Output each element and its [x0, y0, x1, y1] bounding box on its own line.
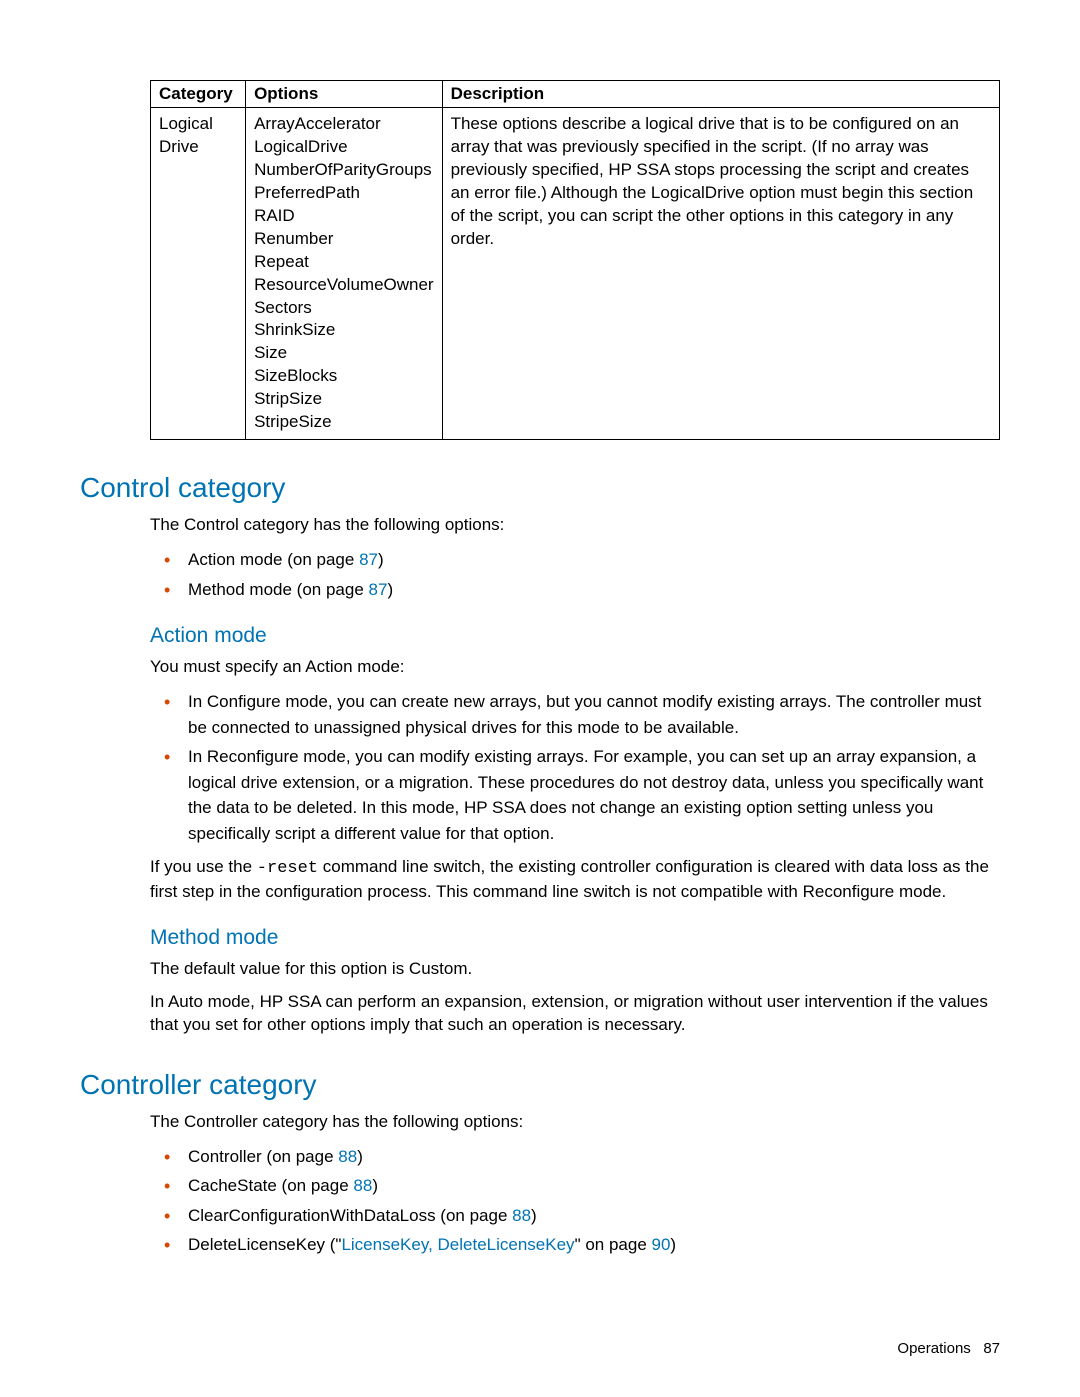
- th-category: Category: [151, 81, 246, 108]
- page-link[interactable]: 88: [512, 1206, 531, 1225]
- list-item: DeleteLicenseKey ("LicenseKey, DeleteLic…: [150, 1232, 1000, 1258]
- page-link[interactable]: 90: [652, 1235, 671, 1254]
- method-p1: The default value for this option is Cus…: [150, 958, 1000, 981]
- footer-section: Operations: [897, 1340, 970, 1357]
- page-footer: Operations 87: [897, 1340, 1000, 1357]
- heading-method-mode: Method mode: [150, 926, 1000, 950]
- list-item: CacheState (on page 88): [150, 1173, 1000, 1199]
- control-bullets: Action mode (on page 87) Method mode (on…: [150, 547, 1000, 602]
- list-item: Method mode (on page 87): [150, 577, 1000, 603]
- list-item: ClearConfigurationWithDataLoss (on page …: [150, 1203, 1000, 1229]
- code-reset: -reset: [257, 859, 318, 878]
- options-table: Category Options Description Logical Dri…: [150, 80, 1000, 440]
- control-intro: The Control category has the following o…: [150, 514, 1000, 537]
- cell-category: Logical Drive: [151, 108, 246, 440]
- cross-ref-link[interactable]: LicenseKey, DeleteLicenseKey: [341, 1235, 574, 1254]
- th-description: Description: [442, 81, 999, 108]
- page-link[interactable]: 87: [369, 580, 388, 599]
- list-item: Action mode (on page 87): [150, 547, 1000, 573]
- heading-control-category: Control category: [80, 472, 1000, 504]
- page-link[interactable]: 88: [353, 1176, 372, 1195]
- method-p2: In Auto mode, HP SSA can perform an expa…: [150, 991, 1000, 1037]
- heading-controller-category: Controller category: [80, 1069, 1000, 1101]
- th-options: Options: [246, 81, 443, 108]
- controller-intro: The Controller category has the followin…: [150, 1111, 1000, 1134]
- controller-bullets: Controller (on page 88) CacheState (on p…: [150, 1144, 1000, 1258]
- action-p1: You must specify an Action mode:: [150, 656, 1000, 679]
- footer-page-number: 87: [983, 1340, 1000, 1357]
- cell-description: These options describe a logical drive t…: [442, 108, 999, 440]
- action-bullets: In Configure mode, you can create new ar…: [150, 689, 1000, 846]
- heading-action-mode: Action mode: [150, 624, 1000, 648]
- list-item: Controller (on page 88): [150, 1144, 1000, 1170]
- page-link[interactable]: 88: [338, 1147, 357, 1166]
- page-link[interactable]: 87: [359, 550, 378, 569]
- list-item: In Reconfigure mode, you can modify exis…: [150, 744, 1000, 846]
- list-item: In Configure mode, you can create new ar…: [150, 689, 1000, 740]
- cell-options: ArrayAccelerator LogicalDrive NumberOfPa…: [246, 108, 443, 440]
- table-row: Logical Drive ArrayAccelerator LogicalDr…: [151, 108, 1000, 440]
- action-p2: If you use the -reset command line switc…: [150, 856, 1000, 904]
